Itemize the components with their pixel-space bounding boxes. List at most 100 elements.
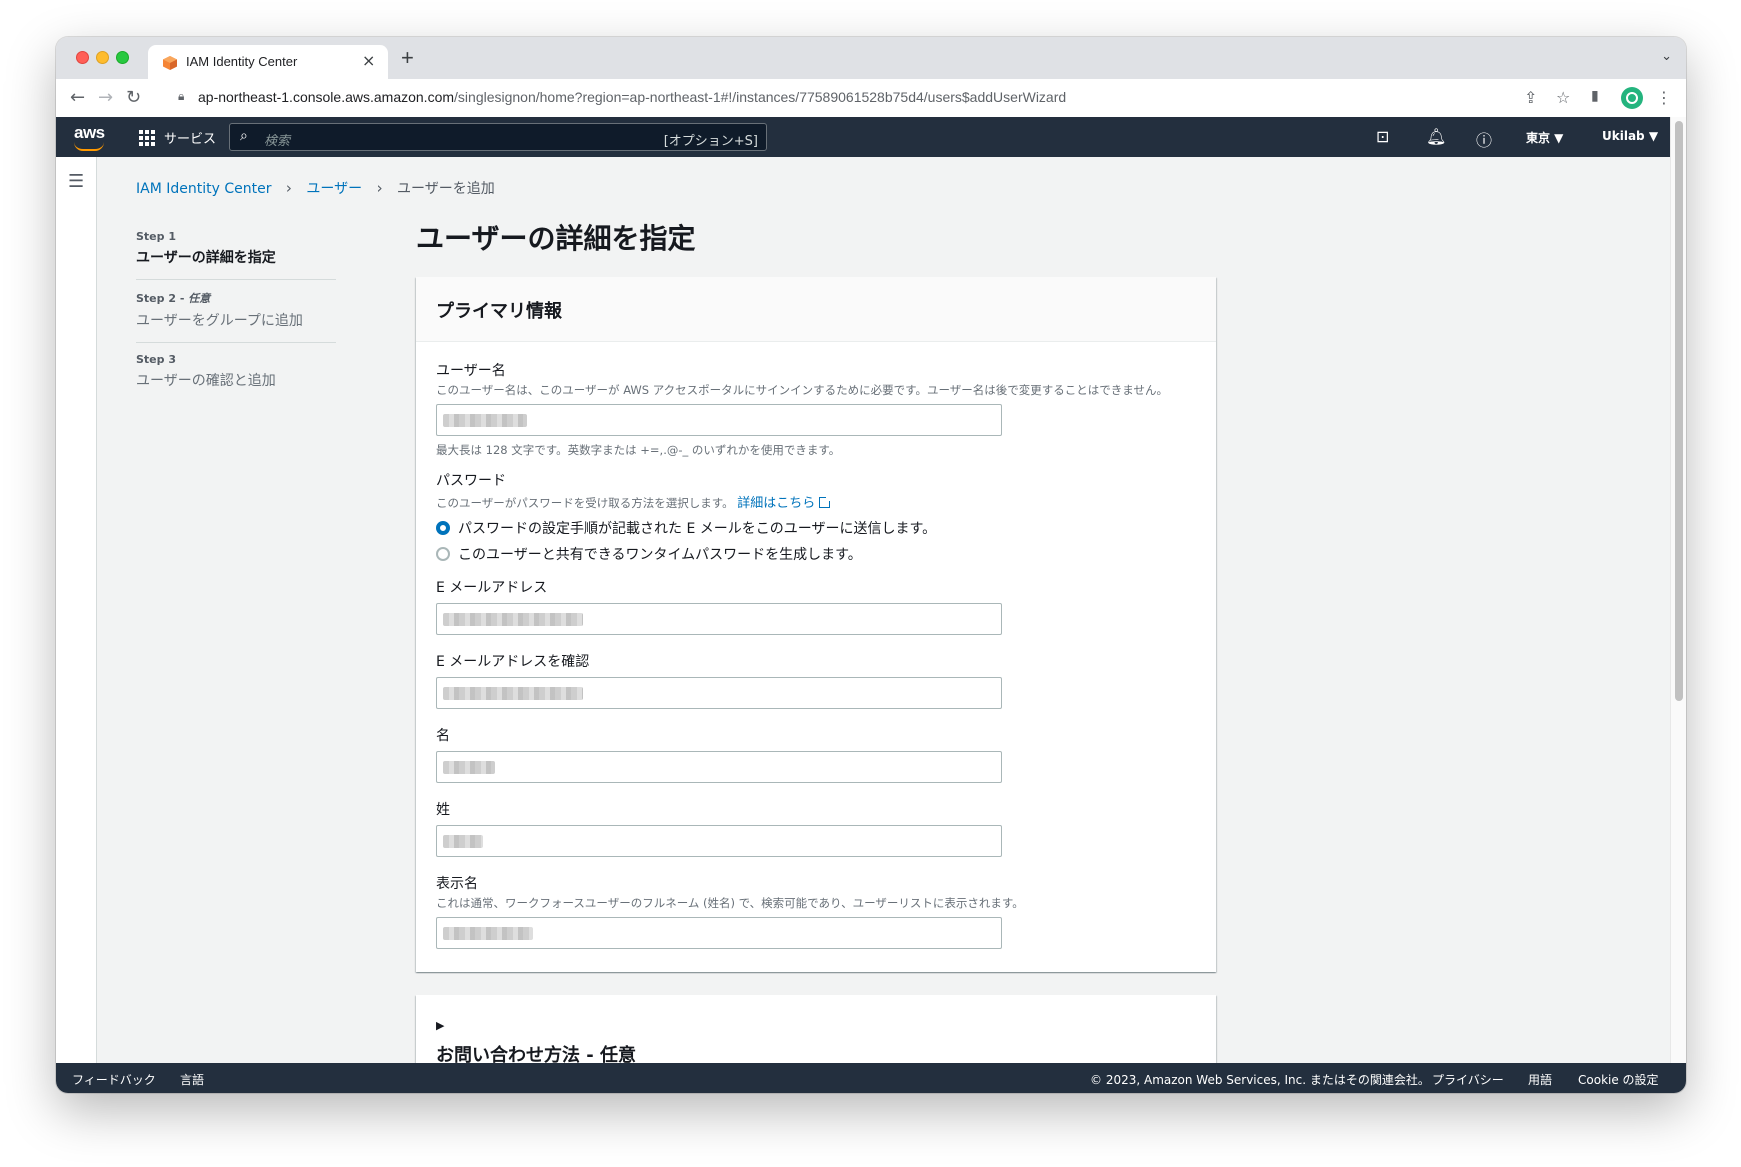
panel-header: プライマリ情報 xyxy=(416,277,1216,342)
step-title: ユーザーの詳細を指定 xyxy=(136,250,276,266)
redacted-value xyxy=(443,613,583,626)
display-name-description: これは通常、ワークフォースユーザーのフルネーム (姓名) で、検索可能であり、ユ… xyxy=(436,896,1024,910)
email-label: E メールアドレス xyxy=(436,580,548,596)
expand-caret-icon[interactable]: ▶ xyxy=(436,1019,444,1032)
browser-window: IAM Identity Center × + ⌄ ← → ↻ 🔒︎ ap-no… xyxy=(56,37,1686,1093)
footer-cookie-link[interactable]: Cookie の設定 xyxy=(1578,1071,1659,1088)
username-field-group: ユーザー名 このユーザー名は、このユーザーが AWS アクセスポータルにサインイ… xyxy=(436,360,1196,458)
radio-send-email[interactable]: パスワードの設定手順が記載された E メールをこのユーザーに送信します。 xyxy=(436,519,1196,537)
profile-avatar[interactable] xyxy=(1621,87,1643,109)
username-label: ユーザー名 xyxy=(436,363,506,379)
radio-one-time-password[interactable]: このユーザーと共有できるワンタイムパスワードを生成します。 xyxy=(436,545,1196,563)
step-optional-tag: 任意 xyxy=(188,292,211,305)
radio-otp-label: このユーザーと共有できるワンタイムパスワードを生成します。 xyxy=(458,547,862,563)
console-search-input[interactable]: ⌕ 検索 [オプション+S] xyxy=(229,123,767,151)
url-field[interactable]: ap-northeast-1.console.aws.amazon.com/si… xyxy=(198,89,1066,105)
browser-menu-icon[interactable]: ⋮ xyxy=(1656,88,1672,107)
page-scrollbar[interactable] xyxy=(1670,117,1686,1063)
radio-send-email-label: パスワードの設定手順が記載された E メールをこのユーザーに送信します。 xyxy=(458,521,937,537)
last-name-input[interactable] xyxy=(436,825,1002,857)
email-input[interactable] xyxy=(436,603,1002,635)
breadcrumb-iam-identity-center[interactable]: IAM Identity Center xyxy=(136,181,271,197)
step-title: ユーザーの確認と追加 xyxy=(136,373,276,389)
footer-privacy-link[interactable]: プライバシー xyxy=(1432,1071,1504,1088)
radio-unselected-icon[interactable] xyxy=(436,547,450,561)
first-name-input[interactable] xyxy=(436,751,1002,783)
panel-title: プライマリ情報 xyxy=(436,301,562,322)
learn-more-text: 詳細はこちら xyxy=(737,496,816,511)
bookmark-star-icon[interactable]: ☆ xyxy=(1556,88,1570,107)
help-icon[interactable]: ⓘ xyxy=(1476,127,1492,151)
wizard-step-3[interactable]: Step 3 ユーザーの確認と追加 xyxy=(136,343,336,402)
url-host: ap-northeast-1.console.aws.amazon.com xyxy=(198,89,455,105)
hamburger-menu-icon[interactable]: ☰ xyxy=(68,171,84,192)
account-menu[interactable]: Ukilab ▼ xyxy=(1602,129,1658,143)
password-field-group: パスワード このユーザーがパスワードを受け取る方法を選択します。 詳細はこちら … xyxy=(436,470,1196,563)
aws-top-nav: aws サービス ⌕ 検索 [オプション+S] ⊡ 🔔︎ ⓘ 東京 ▼ Ukil… xyxy=(56,117,1670,157)
share-icon[interactable]: ⇪ xyxy=(1524,88,1537,107)
first-name-field-group: 名 xyxy=(436,725,1196,783)
maximize-window-button[interactable] xyxy=(116,51,129,64)
aws-logo[interactable]: aws xyxy=(74,123,105,143)
learn-more-link[interactable]: 詳細はこちら xyxy=(737,495,833,511)
redacted-value xyxy=(443,761,495,774)
last-name-label: 姓 xyxy=(436,802,450,818)
redacted-value xyxy=(443,414,527,427)
services-menu[interactable]: サービス xyxy=(164,128,216,147)
new-tab-icon[interactable]: + xyxy=(401,45,414,71)
step-number: Step 3 xyxy=(136,353,176,366)
first-name-label: 名 xyxy=(436,728,450,744)
breadcrumb: IAM Identity Center › ユーザー › ユーザーを追加 xyxy=(136,178,495,198)
address-bar: ← → ↻ 🔒︎ ap-northeast-1.console.aws.amaz… xyxy=(56,79,1686,118)
close-window-button[interactable] xyxy=(76,51,89,64)
step-number: Step 2 - 任意 xyxy=(136,290,336,306)
aws-smile-logo-mark xyxy=(74,142,104,151)
search-icon: ⌕ xyxy=(240,128,248,144)
footer-language-link[interactable]: 言語 xyxy=(180,1071,204,1088)
external-link-icon xyxy=(819,495,833,508)
tab-strip: IAM Identity Center × + ⌄ xyxy=(56,37,1686,79)
aws-cube-icon xyxy=(163,56,177,70)
password-label: パスワード xyxy=(436,473,506,489)
email-confirm-input[interactable] xyxy=(436,677,1002,709)
services-grid-icon[interactable] xyxy=(139,130,155,146)
region-selector[interactable]: 東京 ▼ xyxy=(1526,129,1563,146)
tab-title: IAM Identity Center xyxy=(186,54,298,69)
back-arrow-icon[interactable]: ← xyxy=(70,87,85,108)
redacted-value xyxy=(443,835,483,848)
step-number-text: Step 2 - xyxy=(136,292,189,305)
browser-tab[interactable]: IAM Identity Center × xyxy=(148,45,388,79)
breadcrumb-chevron-icon: › xyxy=(376,179,383,197)
breadcrumb-users[interactable]: ユーザー xyxy=(306,181,362,197)
display-name-label: 表示名 xyxy=(436,876,478,892)
email-confirm-label: E メールアドレスを確認 xyxy=(436,654,590,670)
side-panel-icon[interactable]: ▮ xyxy=(1591,88,1599,104)
side-navigation-rail: ☰ xyxy=(56,157,97,1063)
page-title: ユーザーの詳細を指定 xyxy=(416,222,696,255)
notifications-bell-icon[interactable]: 🔔︎ xyxy=(1426,127,1446,146)
primary-info-panel: プライマリ情報 ユーザー名 このユーザー名は、このユーザーが AWS アクセスポ… xyxy=(416,277,1216,972)
wizard-step-2[interactable]: Step 2 - 任意 ユーザーをグループに追加 xyxy=(136,280,336,343)
radio-selected-icon[interactable] xyxy=(436,521,450,535)
close-tab-icon[interactable]: × xyxy=(362,51,375,70)
search-shortcut: [オプション+S] xyxy=(663,134,758,149)
username-input[interactable] xyxy=(436,404,1002,436)
redacted-value xyxy=(443,927,533,940)
lock-icon[interactable]: 🔒︎ xyxy=(178,89,184,104)
wizard-step-1[interactable]: Step 1 ユーザーの詳細を指定 xyxy=(136,220,336,280)
email-field-group: E メールアドレス xyxy=(436,577,1196,635)
minimize-window-button[interactable] xyxy=(96,51,109,64)
display-name-field-group: 表示名 これは通常、ワークフォースユーザーのフルネーム (姓名) で、検索可能で… xyxy=(436,873,1196,949)
footer-terms-link[interactable]: 用語 xyxy=(1528,1071,1552,1088)
footer-feedback-link[interactable]: フィードバック xyxy=(72,1071,156,1088)
scrollbar-thumb[interactable] xyxy=(1675,121,1683,701)
forward-arrow-icon[interactable]: → xyxy=(98,87,113,108)
tab-search-chevron-icon[interactable]: ⌄ xyxy=(1661,49,1672,64)
display-name-input[interactable] xyxy=(436,917,1002,949)
password-description: このユーザーがパスワードを受け取る方法を選択します。 詳細はこちら xyxy=(436,492,1196,511)
cloudshell-icon[interactable]: ⊡ xyxy=(1376,127,1389,146)
redacted-value xyxy=(443,687,583,700)
breadcrumb-current: ユーザーを追加 xyxy=(397,181,495,197)
search-placeholder: 検索 xyxy=(264,134,291,149)
reload-icon[interactable]: ↻ xyxy=(126,87,141,108)
